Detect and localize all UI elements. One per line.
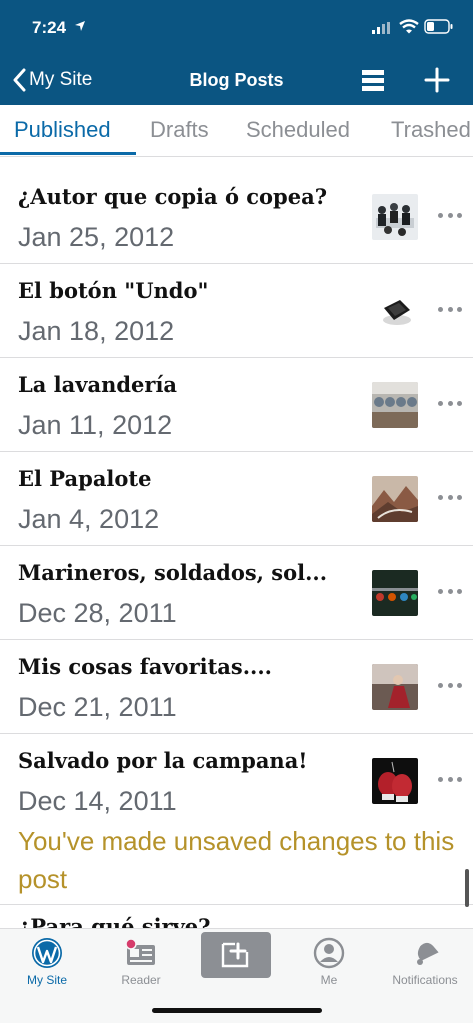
nav-bar: My Site Blog Posts bbox=[0, 56, 473, 105]
more-options-button[interactable] bbox=[438, 208, 462, 222]
post-title: Salvado por la campana! bbox=[18, 748, 308, 773]
post-date: Dec 21, 2011 bbox=[18, 692, 177, 722]
post-thumbnail-laundry bbox=[372, 382, 418, 428]
post-thumbnail-key bbox=[372, 288, 418, 334]
bell-icon bbox=[417, 942, 439, 965]
more-options-button[interactable] bbox=[438, 490, 462, 504]
cellular-signal-icon bbox=[372, 22, 390, 34]
row-divider bbox=[0, 904, 473, 905]
back-button[interactable]: My Site bbox=[12, 66, 92, 94]
me-icon bbox=[313, 937, 345, 969]
new-post-button[interactable] bbox=[201, 932, 271, 978]
post-thumbnail-foosball bbox=[372, 570, 418, 616]
post-title: El botón "Undo" bbox=[18, 278, 209, 303]
post-date: Jan 11, 2012 bbox=[18, 410, 173, 440]
tabbar-label: Reader bbox=[121, 973, 161, 987]
status-bar: 7:24 bbox=[0, 0, 473, 56]
partial-post-title: ¿Para qué sirve? bbox=[18, 914, 211, 928]
post-date: Jan 25, 2012 bbox=[18, 222, 175, 252]
tabbar-reader[interactable]: Reader bbox=[94, 933, 188, 993]
post-row[interactable]: Mis cosas favoritas.... Dec 21, 2011 bbox=[0, 640, 473, 734]
battery-icon bbox=[424, 19, 453, 34]
post-row[interactable]: Salvado por la campana! Dec 14, 2011 bbox=[0, 734, 473, 828]
post-row[interactable]: ¿Autor que copia ó copea? Jan 25, 2012 bbox=[0, 170, 473, 264]
post-date: Jan 4, 2012 bbox=[18, 504, 160, 534]
post-title: La lavandería bbox=[18, 372, 178, 397]
tabbar-label: Notifications bbox=[392, 973, 458, 987]
tab-published[interactable]: Published bbox=[14, 117, 111, 143]
post-date: Dec 28, 2011 bbox=[18, 598, 177, 628]
post-list: ¿Autor que copia ó copea? Jan 25, 2012 E… bbox=[0, 170, 473, 828]
wordpress-icon bbox=[32, 938, 62, 968]
back-button-label: My Site bbox=[29, 69, 93, 90]
location-arrow-icon bbox=[75, 21, 85, 31]
post-date: Jan 18, 2012 bbox=[18, 316, 175, 346]
tabbar-me[interactable]: Me bbox=[282, 933, 376, 993]
more-options-button[interactable] bbox=[438, 396, 462, 410]
unsaved-changes-notice[interactable]: You've made unsaved changes to this post bbox=[18, 822, 468, 898]
post-title: Mis cosas favoritas.... bbox=[18, 654, 272, 679]
scroll-indicator[interactable] bbox=[465, 869, 469, 907]
post-status-tabs: Published Drafts Scheduled Trashed bbox=[0, 105, 473, 157]
tabbar-label: Me bbox=[320, 973, 338, 987]
more-options-button[interactable] bbox=[438, 584, 462, 598]
more-options-button[interactable] bbox=[438, 678, 462, 692]
tabbar-my-site[interactable]: My Site bbox=[0, 933, 94, 993]
app-header: 7:24 My Site Blog Posts bbox=[0, 0, 473, 105]
wifi-icon bbox=[399, 19, 419, 34]
post-row[interactable]: Marineros, soldados, sol... Dec 28, 2011 bbox=[0, 546, 473, 640]
post-date: Dec 14, 2011 bbox=[18, 786, 177, 816]
tab-drafts[interactable]: Drafts bbox=[150, 117, 209, 143]
status-time: 7:24 bbox=[32, 18, 67, 37]
tabbar-label: My Site bbox=[26, 973, 67, 987]
post-row[interactable]: La lavandería Jan 11, 2012 bbox=[0, 358, 473, 452]
post-thumbnail-figure bbox=[372, 664, 418, 710]
new-post-icon bbox=[221, 942, 249, 968]
add-post-button[interactable] bbox=[424, 66, 450, 94]
tab-trashed[interactable]: Trashed bbox=[391, 117, 471, 143]
more-options-button[interactable] bbox=[438, 772, 462, 786]
post-row[interactable]: El Papalote Jan 4, 2012 bbox=[0, 452, 473, 546]
post-thumbnail-meeting bbox=[372, 194, 418, 240]
chevron-left-icon bbox=[13, 68, 26, 92]
post-title: Marineros, soldados, sol... bbox=[18, 560, 328, 585]
post-title: ¿Autor que copia ó copea? bbox=[18, 184, 328, 209]
tab-scheduled[interactable]: Scheduled bbox=[246, 117, 350, 143]
post-thumbnail-mountains bbox=[372, 476, 418, 522]
active-tab-indicator bbox=[0, 152, 136, 155]
reader-icon bbox=[125, 938, 155, 965]
list-layout-toggle-icon[interactable] bbox=[360, 68, 386, 92]
more-options-button[interactable] bbox=[438, 302, 462, 316]
tabbar-notifications[interactable]: Notifications bbox=[378, 933, 472, 993]
home-indicator bbox=[152, 1008, 322, 1013]
post-row[interactable]: El botón "Undo" Jan 18, 2012 bbox=[0, 264, 473, 358]
post-title: El Papalote bbox=[18, 466, 152, 491]
post-thumbnail-boxing-gloves bbox=[372, 758, 418, 804]
